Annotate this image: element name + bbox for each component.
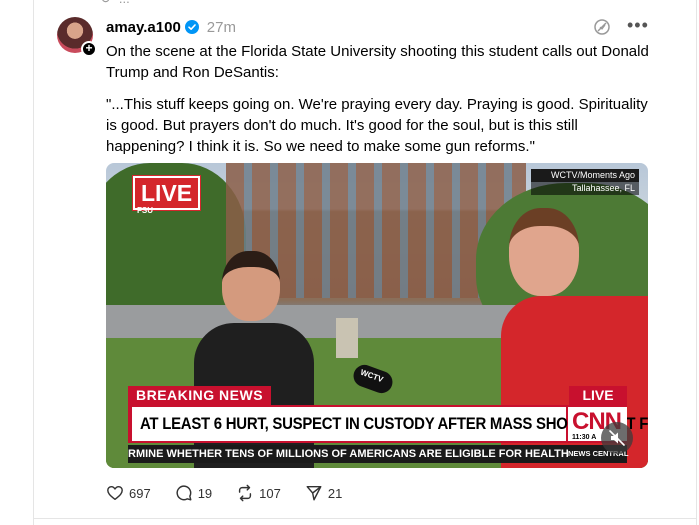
like-count: 697 <box>129 485 151 501</box>
repost-button[interactable]: 107 <box>236 484 281 502</box>
post-text: On the scene at the Florida State Univer… <box>106 43 649 81</box>
reporter-head <box>509 208 579 296</box>
like-button[interactable]: 697 <box>106 484 151 502</box>
feed-border-left <box>33 0 34 525</box>
post-quote: "...This stuff keeps going on. We're pra… <box>106 96 648 155</box>
previous-post-text: ... <box>119 0 130 6</box>
share-button[interactable]: 21 <box>305 484 342 502</box>
video-player[interactable]: WCTV LIVE FSU WCTV/Moments Ago Tallahass… <box>106 163 648 468</box>
location-city: Tallahassee, FL <box>531 182 639 195</box>
reply-count: 19 <box>197 485 213 501</box>
location-overlay: WCTV/Moments Ago Tallahassee, FL <box>531 169 639 195</box>
repost-icon <box>239 484 252 502</box>
follow-plus-icon[interactable]: + <box>81 41 97 57</box>
student-head <box>222 251 280 321</box>
feed-border-right <box>696 0 697 525</box>
scene-sign <box>336 318 358 358</box>
headline-bar: AT LEAST 6 HURT, SUSPECT IN CUSTODY AFTE… <box>128 405 648 443</box>
verified-badge-icon <box>184 20 199 34</box>
post-body: On the scene at the Florida State Univer… <box>106 41 654 168</box>
live-label: LIVE <box>569 386 627 405</box>
news-ticker: RMINE WHETHER TENS OF MILLIONS OF AMERIC… <box>128 445 568 463</box>
live-badge-sub: FSU <box>137 206 153 215</box>
reply-button[interactable]: 19 <box>175 484 212 502</box>
username[interactable]: amay.a100 <box>106 19 181 36</box>
muted-speaker-icon <box>609 430 625 446</box>
more-options-icon[interactable]: ••• <box>627 16 649 37</box>
location-source: WCTV/Moments Ago <box>531 169 639 182</box>
post-timestamp[interactable]: 27m <box>207 19 236 36</box>
repost-count: 107 <box>259 485 281 501</box>
post-actions: 697 19 107 21 <box>106 483 366 503</box>
previous-post-peek: ↻... <box>100 0 130 7</box>
translate-icon[interactable] <box>592 17 612 37</box>
post-header: amay.a100 27m <box>106 17 236 37</box>
heart-icon <box>107 485 123 501</box>
repost-icon: ↻ <box>100 0 111 6</box>
share-icon <box>306 485 322 501</box>
breaking-news-label: BREAKING NEWS <box>128 386 272 405</box>
comment-icon <box>176 485 192 501</box>
mute-button[interactable] <box>601 422 633 454</box>
mic-label: WCTV <box>359 367 385 385</box>
broadcast-clock: 11:30 A <box>572 434 597 441</box>
post-divider <box>33 518 697 519</box>
live-badge: LIVE <box>133 176 201 210</box>
share-count: 21 <box>327 485 343 501</box>
